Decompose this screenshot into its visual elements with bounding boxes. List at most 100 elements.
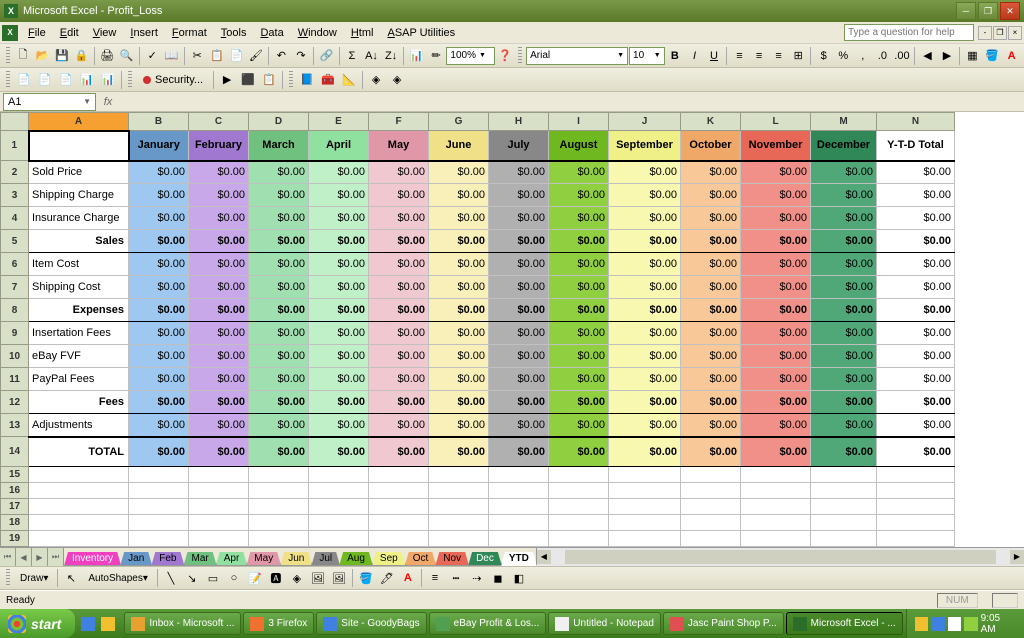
data-cell[interactable]: $0.00	[249, 161, 309, 184]
row-header-1[interactable]: 1	[1, 131, 29, 161]
data-cell[interactable]: $0.00	[811, 391, 877, 414]
font-combo[interactable]: Arial▼	[526, 47, 628, 65]
data-cell[interactable]: $0.00	[309, 207, 369, 230]
italic-icon[interactable]: I	[685, 46, 704, 66]
diagram-icon[interactable]: ◈	[287, 568, 307, 588]
data-cell[interactable]: $0.00	[609, 322, 681, 345]
select-all-corner[interactable]	[1, 113, 29, 131]
zoom-combo[interactable]: 100%▼	[446, 47, 495, 65]
row-header-18[interactable]: 18	[1, 515, 29, 531]
menu-asap-utilities[interactable]: ASAP Utilities	[380, 24, 462, 42]
empty-cell[interactable]	[309, 499, 369, 515]
wordart-icon[interactable]: 🅰	[266, 568, 286, 588]
menu-tools[interactable]: Tools	[214, 24, 254, 42]
empty-cell[interactable]	[811, 515, 877, 531]
doc-minimize-button[interactable]: -	[978, 26, 992, 40]
fill-color-icon[interactable]: 🪣	[983, 46, 1002, 66]
data-cell[interactable]: $0.00	[741, 207, 811, 230]
data-cell[interactable]: $0.00	[429, 368, 489, 391]
doc-close-button[interactable]: ×	[1008, 26, 1022, 40]
clock[interactable]: 9:05 AM	[981, 613, 1016, 635]
line-style-icon[interactable]: ≡	[425, 568, 445, 588]
horizontal-scrollbar[interactable]: ◀▶	[536, 548, 1024, 566]
data-cell[interactable]: $0.00	[189, 161, 249, 184]
empty-cell[interactable]	[189, 483, 249, 499]
addin-icon[interactable]: 📄	[35, 70, 55, 90]
autosum-icon[interactable]: Σ	[343, 46, 362, 66]
data-cell[interactable]: $0.00	[429, 253, 489, 276]
help-search[interactable]	[844, 24, 974, 41]
data-cell[interactable]: $0.00	[877, 391, 955, 414]
design-icon[interactable]: 📐	[339, 70, 359, 90]
data-cell[interactable]: $0.00	[309, 161, 369, 184]
data-cell[interactable]: $0.00	[741, 253, 811, 276]
rectangle-icon[interactable]: ▭	[203, 568, 223, 588]
picture-icon[interactable]: 🖼	[329, 568, 349, 588]
toolbar-grip[interactable]	[6, 47, 10, 65]
empty-cell[interactable]	[489, 515, 549, 531]
empty-cell[interactable]	[29, 531, 129, 547]
addin-icon[interactable]: 📄	[56, 70, 76, 90]
sheet-tab-nov[interactable]: Nov	[435, 552, 469, 566]
data-cell[interactable]: $0.00	[309, 322, 369, 345]
row-label[interactable]: Sold Price	[29, 161, 129, 184]
empty-cell[interactable]	[549, 515, 609, 531]
column-header-L[interactable]: L	[741, 113, 811, 131]
row-label[interactable]: Adjustments	[29, 414, 129, 437]
data-cell[interactable]: $0.00	[189, 368, 249, 391]
data-cell[interactable]: $0.00	[129, 368, 189, 391]
data-cell[interactable]: $0.00	[489, 437, 549, 467]
empty-cell[interactable]	[129, 483, 189, 499]
data-cell[interactable]: $0.00	[129, 345, 189, 368]
empty-cell[interactable]	[249, 483, 309, 499]
data-cell[interactable]: $0.00	[609, 368, 681, 391]
security-button[interactable]: Security...	[136, 70, 210, 90]
empty-cell[interactable]	[29, 467, 129, 483]
data-cell[interactable]: $0.00	[681, 345, 741, 368]
toolbar-grip[interactable]	[6, 71, 10, 89]
row-label[interactable]: Expenses	[29, 299, 129, 322]
data-cell[interactable]: $0.00	[489, 184, 549, 207]
select-icon[interactable]: ↖	[61, 568, 81, 588]
month-header[interactable]: Y-T-D Total	[877, 131, 955, 161]
help-icon[interactable]: ❓	[496, 46, 515, 66]
data-cell[interactable]: $0.00	[681, 391, 741, 414]
tray-icon[interactable]	[931, 617, 944, 631]
sheet-tab-jul[interactable]: Jul	[311, 552, 340, 566]
empty-cell[interactable]	[429, 499, 489, 515]
data-cell[interactable]: $0.00	[369, 414, 429, 437]
data-cell[interactable]: $0.00	[489, 391, 549, 414]
data-cell[interactable]: $0.00	[609, 184, 681, 207]
data-cell[interactable]: $0.00	[609, 299, 681, 322]
column-header-B[interactable]: B	[129, 113, 189, 131]
data-cell[interactable]: $0.00	[549, 391, 609, 414]
sheet-tab-dec[interactable]: Dec	[468, 552, 502, 566]
empty-cell[interactable]	[877, 467, 955, 483]
data-cell[interactable]: $0.00	[309, 230, 369, 253]
data-cell[interactable]: $0.00	[549, 230, 609, 253]
month-header[interactable]: April	[309, 131, 369, 161]
empty-cell[interactable]	[369, 531, 429, 547]
data-cell[interactable]: $0.00	[681, 276, 741, 299]
print-icon[interactable]: 🖨	[98, 46, 117, 66]
data-cell[interactable]: $0.00	[549, 437, 609, 467]
redo-icon[interactable]: ↷	[292, 46, 311, 66]
data-cell[interactable]: $0.00	[189, 322, 249, 345]
column-header-G[interactable]: G	[429, 113, 489, 131]
empty-cell[interactable]	[309, 483, 369, 499]
data-cell[interactable]: $0.00	[429, 161, 489, 184]
data-cell[interactable]: $0.00	[429, 391, 489, 414]
data-cell[interactable]: $0.00	[429, 345, 489, 368]
macro-icon[interactable]: 📋	[259, 70, 279, 90]
data-cell[interactable]: $0.00	[369, 253, 429, 276]
empty-cell[interactable]	[249, 499, 309, 515]
data-cell[interactable]: $0.00	[811, 414, 877, 437]
empty-cell[interactable]	[681, 531, 741, 547]
data-cell[interactable]: $0.00	[309, 345, 369, 368]
data-cell[interactable]: $0.00	[369, 437, 429, 467]
empty-cell[interactable]	[549, 483, 609, 499]
data-cell[interactable]: $0.00	[811, 253, 877, 276]
data-cell[interactable]: $0.00	[129, 184, 189, 207]
data-cell[interactable]: $0.00	[681, 253, 741, 276]
data-cell[interactable]: $0.00	[609, 437, 681, 467]
